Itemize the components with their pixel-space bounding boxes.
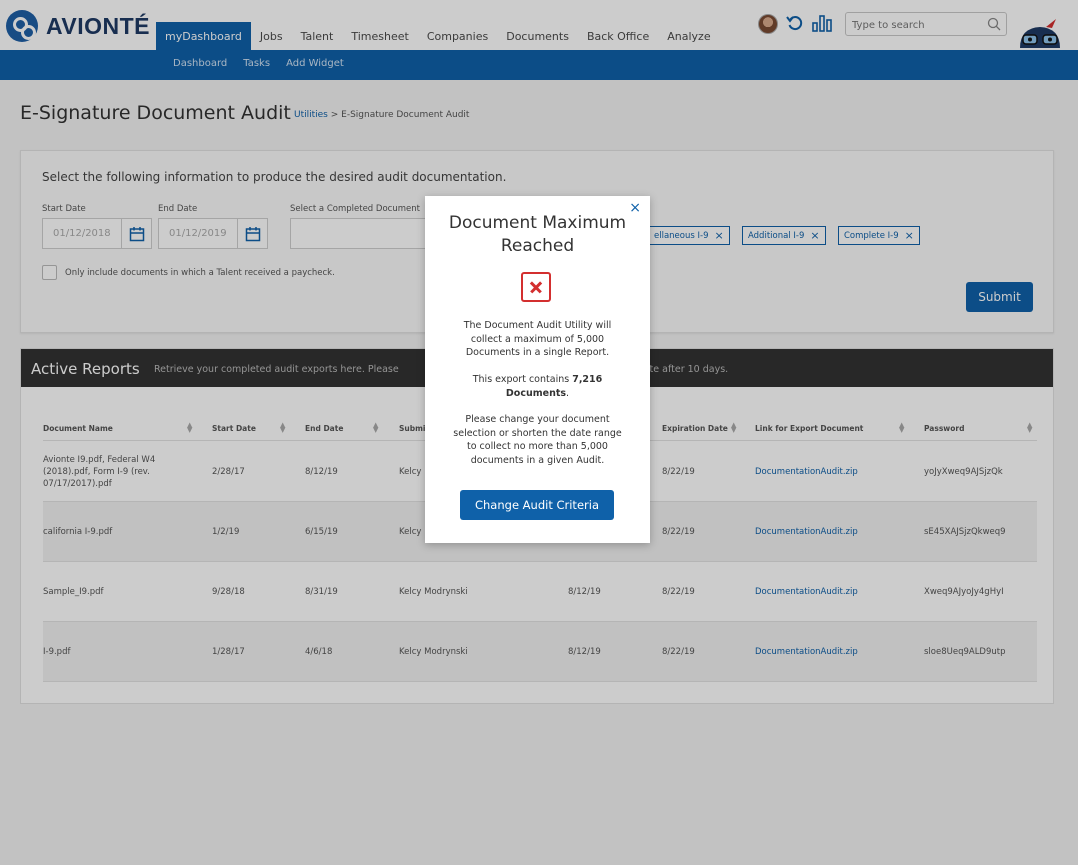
change-audit-criteria-button[interactable]: Change Audit Criteria [460,490,614,520]
count-prefix: This export contains [472,374,573,385]
document-maximum-modal: × Document Maximum Reached The Document … [425,196,650,543]
modal-title: Document Maximum Reached [448,213,627,256]
modal-paragraph-count: This export contains 7,216 Documents. [449,373,626,400]
modal-paragraph-instructions: Please change your document selection or… [453,414,622,466]
count-suffix: . [566,387,570,399]
modal-paragraph-limit: The Document Audit Utility will collect … [463,320,612,358]
error-icon [521,272,551,302]
